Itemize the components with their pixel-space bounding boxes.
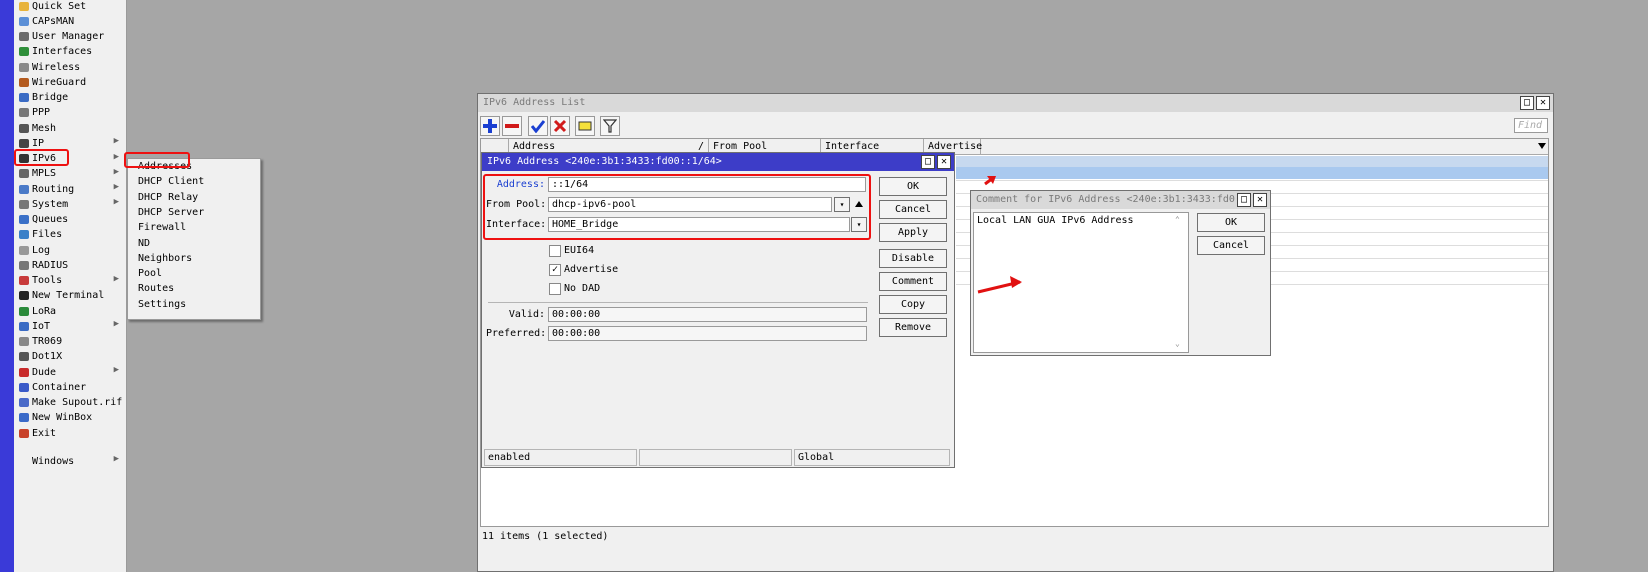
red-arrowhead-comment [1010, 276, 1022, 288]
annotation-arrows [977, 176, 1022, 294]
